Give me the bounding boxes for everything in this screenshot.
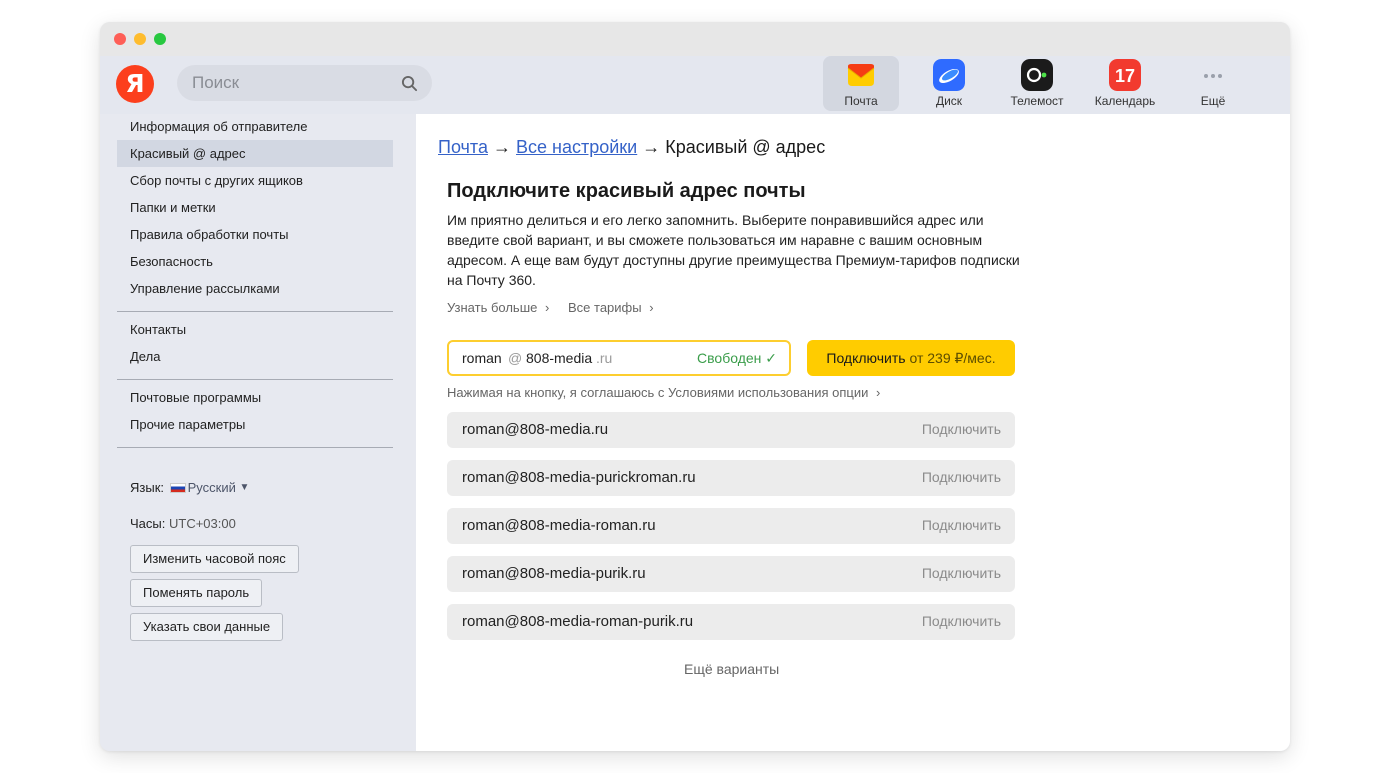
more-dots-icon bbox=[1204, 74, 1222, 78]
chevron-right-icon: › bbox=[544, 300, 550, 315]
address-option-row[interactable]: roman@808-media-roman-purik.ru Подключит… bbox=[447, 604, 1015, 640]
search-box bbox=[177, 65, 432, 101]
address-domain[interactable]: 808-media bbox=[526, 350, 592, 366]
learn-more-link[interactable]: Узнать больше › bbox=[447, 300, 549, 315]
service-label: Ещё bbox=[1200, 94, 1226, 108]
breadcrumb-arrow: → bbox=[493, 137, 511, 157]
service-disk[interactable]: Диск bbox=[911, 56, 987, 111]
connect-option-button[interactable]: Подключить bbox=[922, 517, 1001, 533]
change-password-button[interactable]: Поменять пароль bbox=[130, 579, 263, 607]
sidebar-item-subscriptions[interactable]: Управление рассылками bbox=[117, 275, 393, 302]
address-input-field[interactable]: roman @ 808-media .ru Свободен ✓ bbox=[447, 340, 791, 376]
yandex-logo[interactable]: Я bbox=[116, 65, 154, 103]
terms-link[interactable]: Нажимая на кнопку, я соглашаюсь с Услови… bbox=[447, 385, 880, 400]
address-option: roman@808-media-purik.ru bbox=[462, 565, 646, 582]
availability-status: Свободен ✓ bbox=[697, 350, 777, 366]
change-timezone-button[interactable]: Изменить часовой пояс bbox=[130, 545, 299, 573]
breadcrumb: Почта → Все настройки → Красивый @ адрес bbox=[438, 137, 825, 158]
breadcrumb-current: Красивый @ адрес bbox=[665, 137, 826, 157]
page-title: Подключите красивый адрес почты bbox=[447, 180, 806, 202]
service-calendar[interactable]: 17 Календарь bbox=[1087, 56, 1163, 111]
cloud-disk-icon bbox=[933, 59, 965, 91]
search-input[interactable] bbox=[177, 65, 397, 101]
language-dropdown[interactable]: Русский ▼ bbox=[188, 480, 250, 495]
telemost-camera-icon bbox=[1021, 59, 1053, 91]
connect-option-button[interactable]: Подключить bbox=[922, 469, 1001, 485]
language-label: Язык: bbox=[130, 480, 164, 495]
service-mail[interactable]: Почта bbox=[823, 56, 899, 111]
address-login[interactable]: roman bbox=[462, 350, 502, 366]
address-option: roman@808-media-purickroman.ru bbox=[462, 469, 696, 486]
settings-sidebar: Информация об отправителе Красивый @ адр… bbox=[100, 114, 416, 751]
service-label: Телемост bbox=[1010, 94, 1064, 108]
main-content: Почта → Все настройки → Красивый @ адрес… bbox=[416, 114, 1290, 751]
service-label: Календарь bbox=[1094, 94, 1156, 108]
connect-option-button[interactable]: Подключить bbox=[922, 613, 1001, 629]
sidebar-item-contacts[interactable]: Контакты bbox=[117, 316, 393, 343]
maximize-window-button[interactable] bbox=[154, 33, 166, 45]
service-more[interactable]: Ещё bbox=[1175, 56, 1251, 111]
sidebar-item-other-params[interactable]: Прочие параметры bbox=[117, 411, 393, 438]
connect-option-button[interactable]: Подключить bbox=[922, 421, 1001, 437]
sidebar-item-mail-programs[interactable]: Почтовые программы bbox=[117, 384, 393, 411]
sidebar-item-mail-collection[interactable]: Сбор почты с других ящиков bbox=[117, 167, 393, 194]
connect-label: Подключить bbox=[826, 350, 906, 366]
specify-data-button[interactable]: Указать свои данные bbox=[130, 613, 284, 641]
sidebar-divider bbox=[117, 447, 393, 448]
address-option-row[interactable]: roman@808-media.ru Подключить bbox=[447, 412, 1015, 448]
address-at: @ bbox=[508, 350, 523, 366]
breadcrumb-arrow: → bbox=[642, 137, 661, 157]
service-label: Диск bbox=[935, 94, 963, 108]
dropdown-arrow-icon: ▼ bbox=[239, 482, 250, 493]
minimize-window-button[interactable] bbox=[134, 33, 146, 45]
sidebar-divider bbox=[117, 311, 393, 312]
address-option-row[interactable]: roman@808-media-purickroman.ru Подключит… bbox=[447, 460, 1015, 496]
service-telemost[interactable]: Телемост bbox=[999, 56, 1075, 111]
close-window-button[interactable] bbox=[114, 33, 126, 45]
calendar-icon: 17 bbox=[1109, 59, 1141, 91]
address-option: roman@808-media-roman-purik.ru bbox=[462, 613, 694, 630]
breadcrumb-all-settings-link[interactable]: Все настройки bbox=[516, 137, 637, 157]
address-option: roman@808-media-roman.ru bbox=[462, 517, 656, 534]
connect-option-button[interactable]: Подключить bbox=[922, 565, 1001, 581]
more-variants-link[interactable]: Ещё варианты bbox=[684, 661, 779, 677]
clock-setting: Часы: UTC+03:00 bbox=[130, 516, 236, 531]
address-option-row[interactable]: roman@808-media-roman.ru Подключить bbox=[447, 508, 1015, 544]
address-option: roman@808-media.ru bbox=[462, 421, 609, 438]
sidebar-item-folders-labels[interactable]: Папки и метки bbox=[117, 194, 393, 221]
russia-flag-icon bbox=[169, 483, 186, 493]
chevron-right-icon: › bbox=[875, 385, 881, 400]
browser-window: Я Почта bbox=[100, 22, 1290, 751]
sidebar-item-beautiful-address[interactable]: Красивый @ адрес bbox=[117, 140, 393, 167]
all-tariffs-link[interactable]: Все тарифы › bbox=[568, 300, 654, 315]
mail-envelope-icon bbox=[847, 64, 875, 86]
clock-value: UTC+03:00 bbox=[168, 516, 236, 531]
breadcrumb-mail-link[interactable]: Почта bbox=[438, 137, 488, 157]
connect-address-button[interactable]: Подключить от 239 ₽/мес. bbox=[807, 340, 1015, 376]
sidebar-item-sender-info[interactable]: Информация об отправителе bbox=[117, 113, 393, 140]
address-option-row[interactable]: roman@808-media-purik.ru Подключить bbox=[447, 556, 1015, 592]
service-label: Почта bbox=[844, 94, 878, 108]
chevron-right-icon: › bbox=[649, 300, 654, 315]
sidebar-item-mail-rules[interactable]: Правила обработки почты bbox=[117, 221, 393, 248]
search-icon[interactable] bbox=[401, 75, 418, 92]
window-titlebar bbox=[100, 22, 1290, 56]
sidebar-divider bbox=[117, 379, 393, 380]
address-tld: .ru bbox=[596, 350, 613, 366]
app-header: Я Почта bbox=[100, 56, 1290, 114]
language-setting: Язык: Русский ▼ bbox=[130, 480, 249, 495]
svg-text:17: 17 bbox=[1115, 66, 1135, 86]
connect-price: от 239 ₽/мес. bbox=[909, 350, 996, 366]
page-description: Им приятно делиться и его легко запомнит… bbox=[447, 212, 1020, 288]
sidebar-item-tasks[interactable]: Дела bbox=[117, 343, 393, 370]
sidebar-item-security[interactable]: Безопасность bbox=[117, 248, 393, 275]
clock-label: Часы: bbox=[130, 516, 166, 531]
